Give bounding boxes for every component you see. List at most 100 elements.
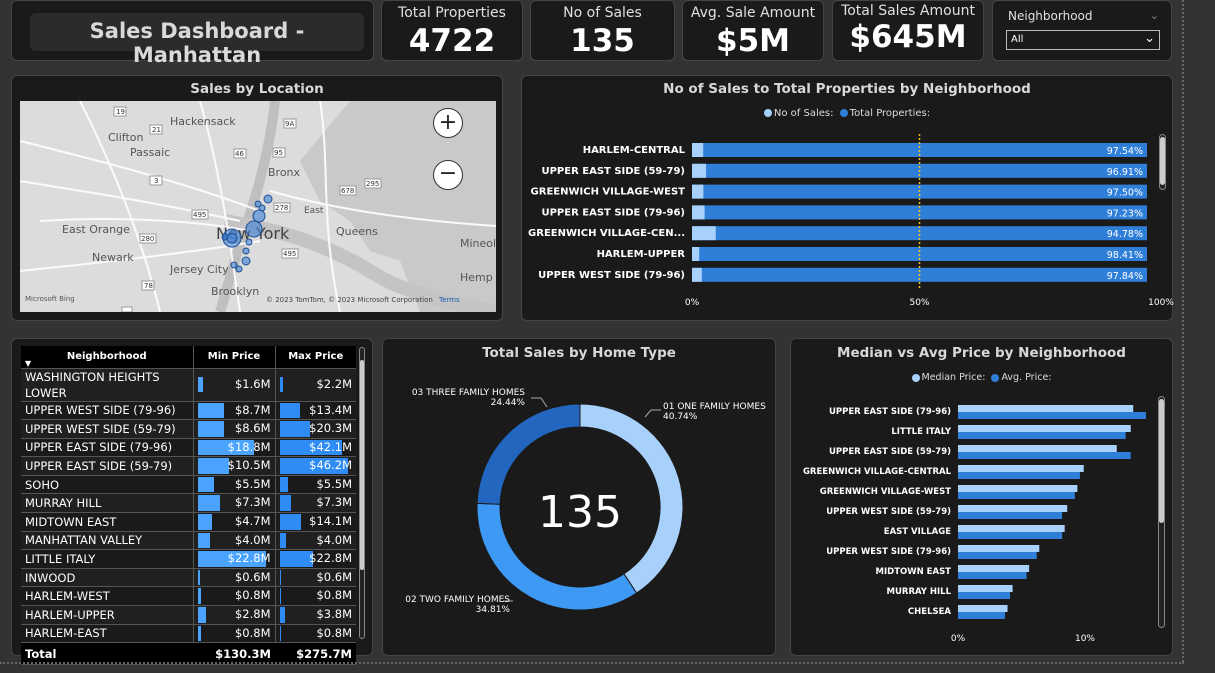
max-price-cell: $0.8M	[274, 586, 356, 607]
min-price-bar	[197, 607, 206, 623]
table-row[interactable]: MIDTOWN EAST $4.7M $14.1M	[21, 512, 356, 532]
avg-bar[interactable]	[958, 432, 1126, 439]
map-label: Clifton	[108, 131, 144, 144]
median-bar[interactable]	[958, 405, 1134, 412]
median-bar[interactable]	[958, 565, 1030, 572]
median-avg-scrollbar[interactable]	[1158, 396, 1165, 628]
terms-link[interactable]: Terms	[439, 296, 460, 304]
scroll-thumb[interactable]	[1160, 137, 1165, 185]
slicer-collapse-icon[interactable]: ⌄	[1150, 9, 1159, 22]
map-label: Brooklyn	[211, 285, 259, 298]
row-label: UPPER EAST SIDE (79-96)	[541, 207, 685, 218]
row-label: UPPER WEST SIDE (79-96)	[538, 270, 685, 281]
table-row[interactable]: HARLEM-UPPER $2.8M $3.8M	[21, 605, 356, 625]
row-label: HARLEM-UPPER	[597, 249, 686, 260]
route-label: 21	[152, 126, 161, 134]
min-price-value: $10.5M	[227, 458, 271, 473]
min-price-bar	[197, 476, 214, 493]
median-bar[interactable]	[958, 445, 1117, 452]
sales-map[interactable]: Hackensack Clifton Passaic Bronx East Or…	[20, 101, 496, 312]
median-bar[interactable]	[958, 425, 1131, 432]
neighborhood-cell: LITTLE ITALY	[21, 549, 193, 569]
donut-panel: Total Sales by Home Type 135 03 THREE FA…	[382, 338, 776, 656]
min-price-cell: $4.0M	[192, 531, 275, 551]
median-bar[interactable]	[958, 545, 1040, 552]
avg-bar[interactable]	[958, 592, 1011, 599]
neighborhood-dropdown[interactable]: All ⌄	[1006, 30, 1160, 50]
sales-bar[interactable]	[692, 226, 716, 241]
sales-bar[interactable]	[692, 205, 705, 220]
row-label: GREENWICH VILLAGE-WEST	[820, 487, 951, 497]
max-price-cell: $2.2M	[274, 368, 356, 402]
avg-bar[interactable]	[958, 532, 1063, 539]
min-price-value: $5.5M	[234, 476, 271, 491]
map-label: East Orange	[62, 223, 130, 236]
table-row[interactable]: HARLEM-WEST $0.8M $0.8M	[21, 586, 356, 607]
route-label: 19	[116, 108, 125, 116]
avg-bar[interactable]	[958, 512, 1063, 519]
max-price-bar	[279, 551, 313, 567]
table-row[interactable]: UPPER EAST SIDE (59-79) $10.5M $46.2M	[21, 456, 356, 476]
sales-ratio-scrollbar[interactable]	[1159, 134, 1166, 190]
max-price-bar	[279, 625, 281, 642]
table-scrollbar[interactable]	[359, 347, 365, 639]
avg-bar[interactable]	[958, 412, 1146, 419]
table-row[interactable]: HARLEM-EAST $0.8M $0.8M	[21, 624, 356, 644]
zoom-in-button[interactable]: +	[433, 108, 463, 138]
median-bar[interactable]	[958, 605, 1008, 612]
table-row[interactable]: MURRAY HILL $7.3M $7.3M	[21, 493, 356, 514]
column-header-max[interactable]: Max Price	[274, 346, 356, 369]
scroll-thumb[interactable]	[1159, 399, 1164, 523]
avg-bar[interactable]	[958, 612, 1005, 619]
table-row[interactable]: LITTLE ITALY $22.8M $22.8M	[21, 549, 356, 569]
price-table-panel: Neighborhood ▼ Min Price Max Price WASHI…	[11, 338, 373, 666]
sales-bar[interactable]	[692, 247, 700, 261]
median-bar[interactable]	[958, 525, 1065, 532]
sales-bar[interactable]	[692, 267, 702, 282]
column-header-min[interactable]: Min Price	[192, 346, 275, 369]
kpi-no-of-sales: No of Sales 135	[530, 0, 675, 61]
median-bar[interactable]	[958, 505, 1068, 512]
table-row[interactable]: SOHO $5.5M $5.5M	[21, 475, 356, 495]
column-header-neighborhood[interactable]: Neighborhood ▼	[21, 346, 193, 369]
min-price-cell: $4.7M	[192, 512, 275, 532]
map-canvas: Hackensack Clifton Passaic Bronx East Or…	[20, 101, 496, 312]
median-bar[interactable]	[958, 585, 1013, 592]
map-label: Queens	[336, 225, 378, 238]
kpi-value: 4722	[408, 23, 496, 59]
table-row[interactable]: MANHATTAN VALLEY $4.0M $4.0M	[21, 531, 356, 551]
max-price-cell: $13.4M	[274, 401, 356, 421]
avg-bar[interactable]	[958, 552, 1037, 559]
avg-bar[interactable]	[958, 572, 1027, 579]
median-bar[interactable]	[958, 465, 1084, 472]
table-row[interactable]: UPPER EAST SIDE (79-96) $18.8M $42.1M	[21, 438, 356, 458]
min-price-cell: $0.8M	[192, 586, 275, 607]
sales-bar[interactable]	[692, 143, 704, 157]
table-row[interactable]: INWOOD $0.6M $0.6M	[21, 568, 356, 588]
zoom-out-button[interactable]: −	[433, 160, 463, 190]
avg-bar[interactable]	[958, 492, 1075, 499]
avg-bar[interactable]	[958, 472, 1080, 479]
min-price-cell: $10.5M	[192, 456, 275, 476]
table-row[interactable]: UPPER WEST SIDE (79-96) $8.7M $13.4M	[21, 401, 356, 421]
max-price-cell: $7.3M	[274, 493, 356, 514]
sales-bar[interactable]	[692, 184, 704, 199]
table-row[interactable]: WASHINGTON HEIGHTS LOWER $1.6M $2.2M	[21, 368, 356, 402]
min-price-bar	[197, 532, 210, 549]
header-label: Max Price	[288, 351, 344, 363]
min-price-cell: $2.8M	[192, 605, 275, 625]
scroll-thumb[interactable]	[360, 360, 364, 570]
median-bar[interactable]	[958, 485, 1078, 492]
avg-bar[interactable]	[958, 452, 1131, 459]
min-price-value: $8.7M	[234, 402, 271, 417]
donut-center-value: 135	[538, 487, 622, 538]
sales-bar[interactable]	[692, 163, 707, 178]
map-point	[258, 204, 266, 212]
kpi-label: Total Sales Amount	[841, 3, 975, 19]
neighborhood-cell: HARLEM-EAST	[21, 624, 193, 644]
leader-line	[644, 409, 661, 418]
table-row[interactable]: UPPER WEST SIDE (59-79) $8.6M $20.3M	[21, 419, 356, 439]
route-label: 295	[366, 180, 379, 188]
map-point	[221, 233, 229, 241]
max-price-bar	[279, 514, 301, 530]
